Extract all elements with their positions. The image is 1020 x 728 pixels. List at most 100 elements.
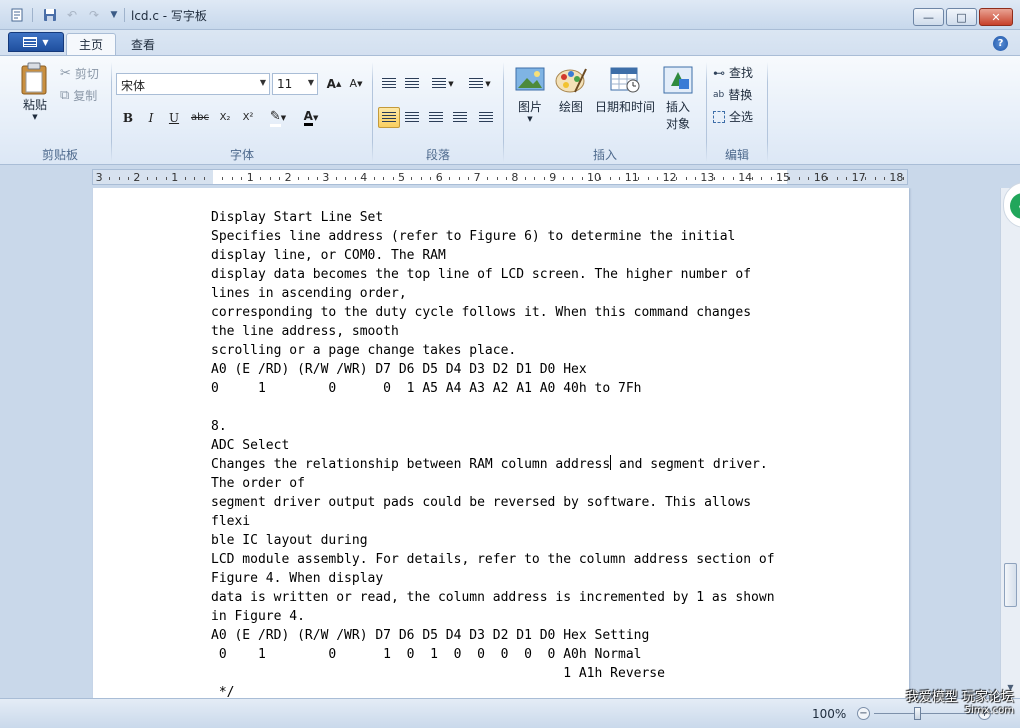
copy-button[interactable]: ⧉ 复制 [60, 87, 97, 104]
paste-button[interactable]: 粘贴 ▼ [17, 62, 53, 121]
document-line[interactable]: segment driver output pads could be reve… [211, 493, 775, 512]
document-line[interactable]: display data becomes the top line of LCD… [211, 265, 775, 284]
save-icon[interactable] [42, 7, 58, 23]
paste-icon [21, 62, 47, 95]
document-line[interactable]: 1 A1h Reverse [211, 664, 775, 683]
document-line[interactable]: Specifies line address (refer to Figure … [211, 227, 775, 246]
ruler-tick [449, 177, 451, 180]
zoom-out-button[interactable]: − [857, 707, 870, 720]
paint-drawing-button[interactable]: 绘图 [553, 66, 589, 115]
ruler-tick [354, 177, 356, 180]
replace-button[interactable]: ab 替换 [713, 86, 752, 103]
font-family-value: 宋体 [121, 79, 146, 93]
subscript-button[interactable]: X₂ [214, 107, 236, 128]
justify-button[interactable] [449, 107, 471, 128]
document-line[interactable]: 8. [211, 417, 775, 436]
cut-button[interactable]: ✂ 剪切 [60, 65, 99, 82]
minimize-button[interactable]: — [913, 8, 944, 26]
document-line[interactable] [211, 398, 775, 417]
increase-indent-button[interactable] [401, 73, 423, 94]
line-spacing-button[interactable]: ▼ [463, 73, 497, 94]
ruler-number: 3 [95, 171, 103, 184]
picture-button[interactable]: 图片 ▼ [511, 66, 549, 123]
ruler-number: 10 [587, 171, 601, 184]
ruler-tick [109, 177, 111, 180]
tab-view[interactable]: 查看 [119, 33, 167, 55]
cut-label: 剪切 [74, 67, 99, 81]
vertical-scrollbar[interactable]: ▲ ▼ [1000, 188, 1020, 698]
app-icon[interactable] [9, 7, 25, 23]
ruler-tick [902, 177, 904, 180]
ruler-tick [156, 177, 158, 180]
document-line[interactable]: */ [211, 683, 775, 698]
document-line[interactable]: The order of [211, 474, 775, 493]
ruler-tick [883, 177, 885, 180]
app-menu-button[interactable]: ▼ [8, 32, 64, 52]
document-line[interactable]: the line address, smooth [211, 322, 775, 341]
paint-label: 绘图 [558, 100, 583, 114]
ruler-tick [751, 177, 753, 180]
document-line[interactable]: A0 (E /RD) (R/W /WR) D7 D6 D5 D4 D3 D2 D… [211, 626, 775, 645]
ruler-tick [609, 177, 611, 180]
chevron-down-icon: ▼ [527, 115, 533, 123]
document-line[interactable]: A0 (E /RD) (R/W /WR) D7 D6 D5 D4 D3 D2 D… [211, 360, 775, 379]
document-line[interactable]: Changes the relationship between RAM col… [211, 455, 775, 474]
document-page[interactable]: Display Start Line Set Specifies line add… [93, 188, 909, 698]
bold-button[interactable]: B [117, 107, 139, 128]
bullets-button[interactable]: ▼ [426, 73, 460, 94]
document-line[interactable]: display line, or COM0. The RAM [211, 246, 775, 265]
close-button[interactable]: ✕ [979, 8, 1013, 26]
strikethrough-button[interactable]: abc [187, 107, 213, 128]
document-line[interactable]: ADC Select [211, 436, 775, 455]
find-button[interactable]: ⊷ 查找 [713, 64, 753, 81]
tab-home[interactable]: 主页 [66, 33, 117, 55]
superscript-button[interactable]: X² [237, 107, 259, 128]
font-size-select[interactable]: 11 ▼ [272, 73, 318, 95]
document-line[interactable]: in Figure 4. [211, 607, 775, 626]
align-center-button[interactable] [401, 107, 423, 128]
clipboard-group-label: 剪贴板 [41, 148, 78, 162]
document-line[interactable]: 0 1 0 0 1 A5 A4 A3 A2 A1 A0 40h to 7Fh [211, 379, 775, 398]
ruler-tick [194, 177, 196, 180]
ruler-tick [420, 177, 422, 180]
document-line[interactable]: 0 1 0 1 0 1 0 0 0 0 0 A0h Normal [211, 645, 775, 664]
document-line[interactable]: Figure 4. When display [211, 569, 775, 588]
shrink-font-button[interactable]: A ▼ [345, 73, 367, 94]
insert-object-button[interactable]: 插入 对象 [659, 66, 697, 132]
undo-icon[interactable]: ↶ [64, 7, 80, 23]
document-line[interactable]: lines in ascending order, [211, 284, 775, 303]
document-area[interactable]: Display Start Line Set Specifies line add… [0, 188, 1000, 698]
ruler-number: 9 [549, 171, 557, 184]
document-line[interactable]: corresponding to the duty cycle follows … [211, 303, 775, 322]
paint-palette-icon [555, 68, 587, 93]
align-left-button[interactable] [378, 107, 400, 128]
editing-group-label: 编辑 [724, 148, 749, 162]
document-line[interactable]: Display Start Line Set [211, 208, 775, 227]
document-text[interactable]: Display Start Line Set Specifies line add… [211, 208, 775, 698]
highlighter-icon: ✎ [269, 109, 281, 127]
underline-button[interactable]: U [163, 107, 185, 128]
datetime-button[interactable]: 日期和时间 [592, 66, 658, 115]
document-line[interactable]: flexi [211, 512, 775, 531]
customize-toolbar-icon[interactable]: ▼ [106, 7, 122, 23]
paragraph-button[interactable] [475, 107, 497, 128]
help-icon[interactable]: ? [993, 36, 1008, 51]
align-right-button[interactable] [425, 107, 447, 128]
document-line[interactable]: scrolling or a page change takes place. [211, 341, 775, 360]
italic-button[interactable]: I [140, 107, 162, 128]
font-color-button[interactable]: A ▼ [296, 107, 326, 128]
document-line[interactable]: LCD module assembly. For details, refer … [211, 550, 775, 569]
font-family-select[interactable]: 宋体 ▼ [116, 73, 270, 95]
document-line[interactable]: ble IC layout during [211, 531, 775, 550]
document-line[interactable]: data is written or read, the column addr… [211, 588, 775, 607]
scroll-thumb[interactable] [1004, 563, 1017, 607]
redo-icon[interactable]: ↷ [86, 7, 102, 23]
grow-font-button[interactable]: A ▲ [323, 73, 345, 94]
highlight-button[interactable]: ✎ ▼ [262, 107, 294, 128]
ribbon-tab-row: ▼ 主页 查看 ? [0, 30, 1020, 55]
watermark-line1: 我爱模型 玩家论坛 [905, 690, 1014, 705]
ruler[interactable]: 3 2 1 1 2 3 4 5 6 7 8 9 10 11 12 13 14 15 16 17 18 [92, 169, 908, 185]
maximize-button[interactable]: □ [946, 8, 977, 26]
decrease-indent-button[interactable] [378, 73, 400, 94]
select-all-button[interactable]: 全选 [713, 108, 753, 125]
